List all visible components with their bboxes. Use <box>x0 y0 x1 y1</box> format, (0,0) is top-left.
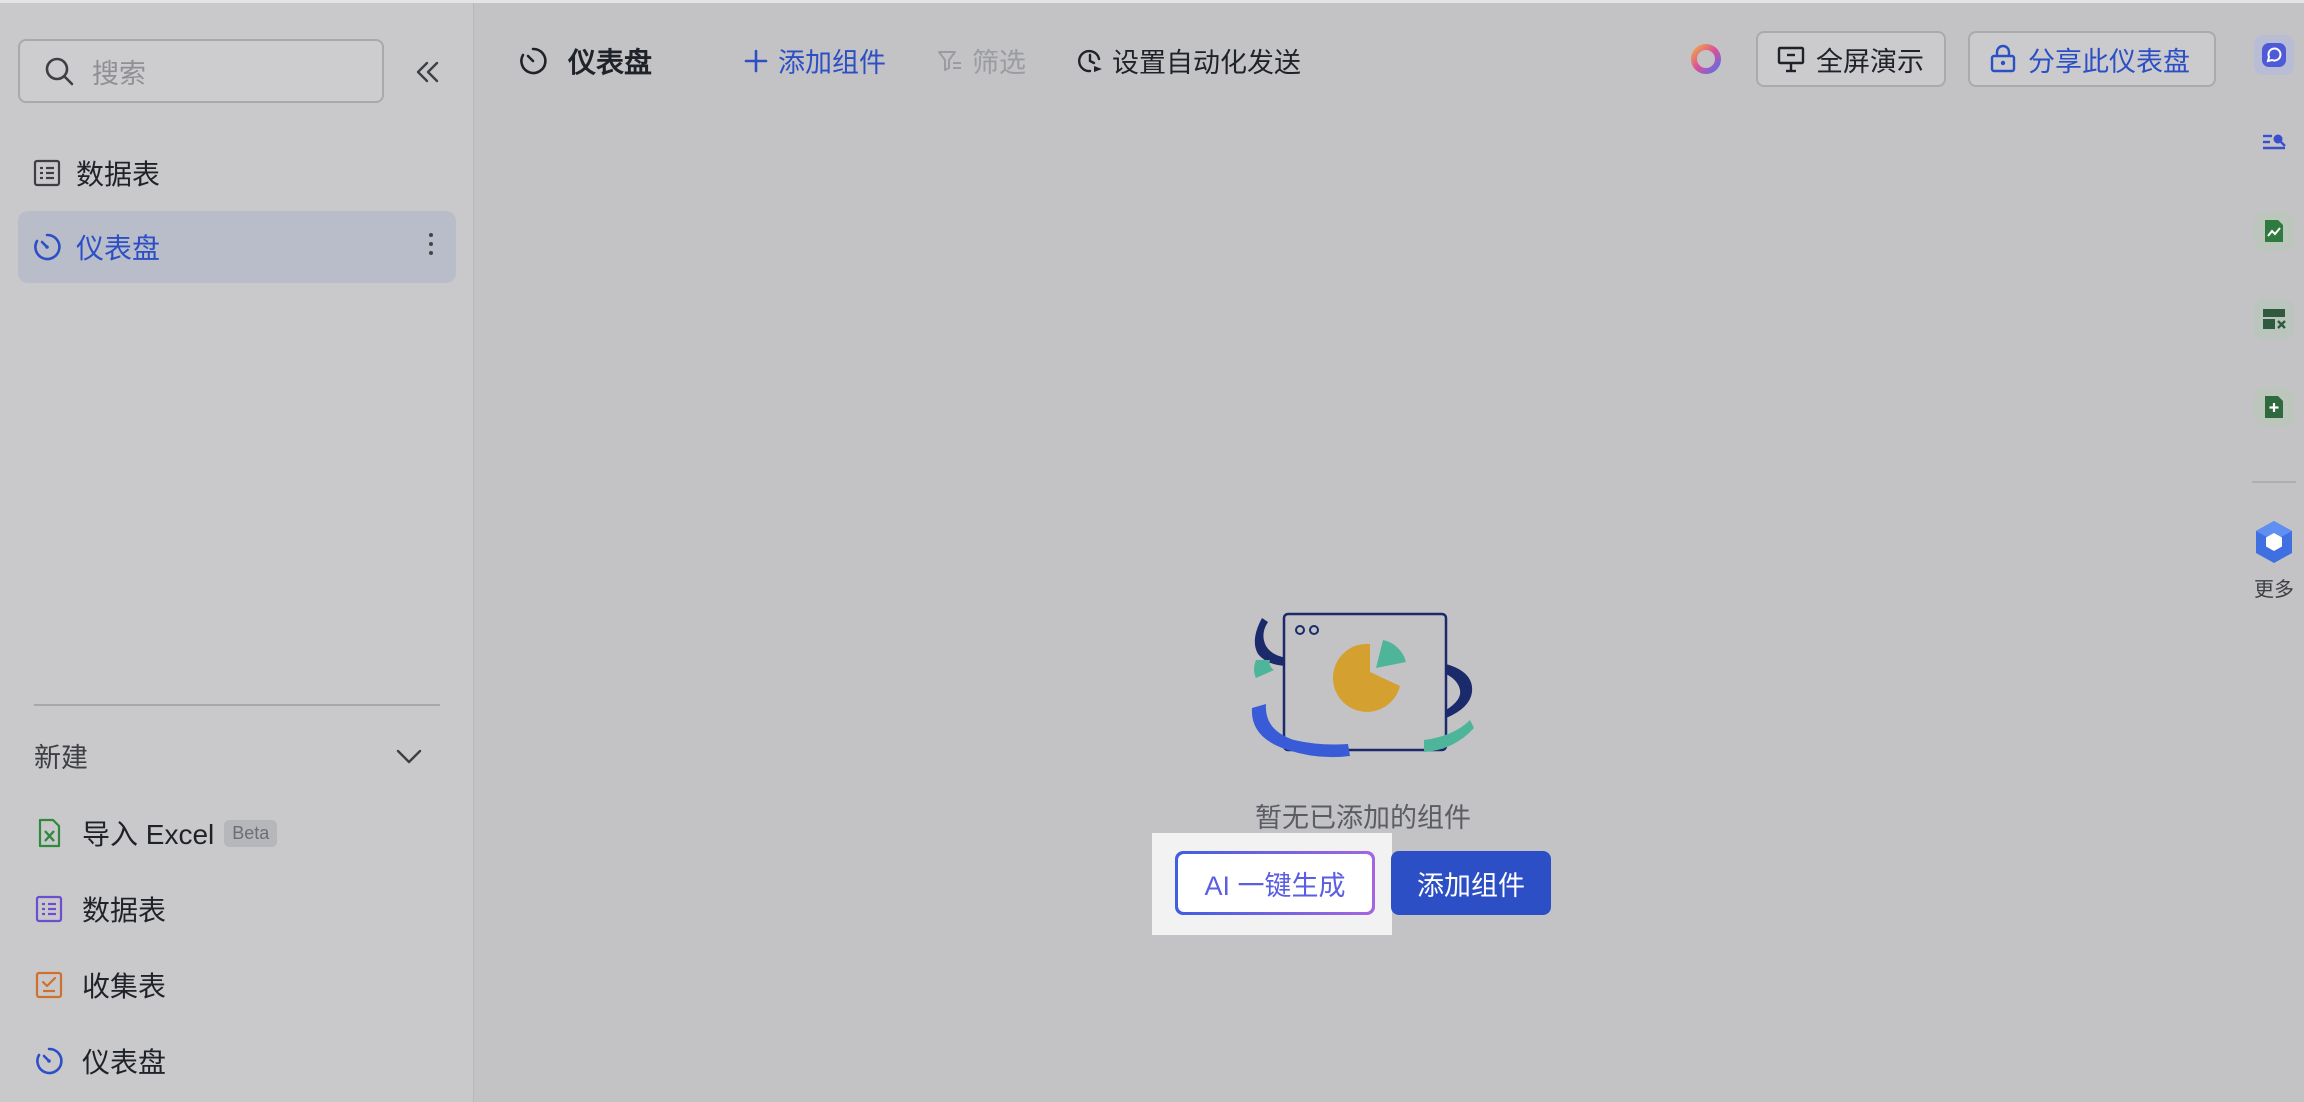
new-section-header[interactable]: 新建 <box>34 735 424 775</box>
cube-icon <box>2256 521 2292 563</box>
sidebar-divider <box>34 704 440 706</box>
filter-icon <box>938 50 961 71</box>
dashboard-icon <box>34 233 61 261</box>
search-icon <box>45 57 74 86</box>
lock-icon <box>1990 44 2016 73</box>
plus-icon <box>744 49 768 72</box>
page-title: 仪表盘 <box>518 41 652 81</box>
double-chevron-left-icon <box>416 61 439 83</box>
chart-document-icon <box>2265 220 2283 242</box>
new-item-label: 收集表 <box>82 971 167 1002</box>
filter-button[interactable]: 筛选 <box>936 41 1026 80</box>
chevron-down-icon <box>396 749 422 764</box>
sidebar-item-dashboard[interactable]: 仪表盘 <box>18 211 456 283</box>
auto-send-label: 设置自动化发送 <box>1112 48 1301 78</box>
rail-divider <box>2252 481 2296 483</box>
auto-send-button[interactable]: 设置自动化发送 <box>1076 41 1301 80</box>
table-remove-icon <box>2263 309 2286 329</box>
ai-generate-label: AI 一键生成 <box>1178 854 1372 912</box>
chat-bubble-icon <box>2262 43 2286 67</box>
add-component-button[interactable]: 添加组件 <box>742 41 886 80</box>
fullscreen-present-button[interactable]: 全屏演示 <box>1756 31 1946 87</box>
add-document-icon <box>2265 396 2283 418</box>
table-icon <box>33 159 61 187</box>
list-search-icon <box>2263 134 2286 150</box>
chat-app-button[interactable] <box>2254 35 2294 75</box>
excel-icon <box>38 818 61 848</box>
search-input[interactable]: 搜索 <box>18 39 384 103</box>
form-icon <box>35 971 63 999</box>
filter-label: 筛选 <box>972 48 1026 78</box>
collapse-sidebar-button[interactable] <box>410 55 444 89</box>
new-item-label: 数据表 <box>82 895 167 926</box>
presentation-icon <box>1777 46 1805 73</box>
sidebar: 搜索 数据表 仪表盘 新建 导入 Excel Beta 数据表 收集表 仪表盘 <box>0 3 474 1102</box>
page-title-text: 仪表盘 <box>568 47 653 78</box>
sidebar-item-label: 仪表盘 <box>76 233 161 264</box>
present-label: 全屏演示 <box>1816 46 1924 77</box>
more-options-icon[interactable] <box>428 233 434 261</box>
dashboard-toolbar: 仪表盘 添加组件 筛选 设置自动化发送 全屏演示 分享此仪表盘 <box>474 3 2244 113</box>
sidebar-item-table[interactable]: 数据表 <box>18 137 456 209</box>
new-table[interactable]: 数据表 <box>34 885 166 933</box>
chart-doc-app-button[interactable] <box>2254 211 2294 251</box>
ai-assistant-icon[interactable] <box>1690 43 1722 75</box>
dashboard-icon <box>520 47 547 75</box>
share-dashboard-button[interactable]: 分享此仪表盘 <box>1968 31 2216 87</box>
add-component-primary-button[interactable]: 添加组件 <box>1391 851 1551 915</box>
more-apps-button[interactable] <box>2252 519 2296 567</box>
new-item-label: 导入 Excel <box>82 819 215 850</box>
table-icon <box>35 895 63 923</box>
new-item-label: 仪表盘 <box>82 1047 167 1078</box>
new-section-title: 新建 <box>34 742 88 773</box>
add-doc-app-button[interactable] <box>2254 387 2294 427</box>
more-label: 更多 <box>2254 579 2294 601</box>
new-form[interactable]: 收集表 <box>34 961 166 1009</box>
empty-state-message: 暂无已添加的组件 <box>1255 803 1471 833</box>
ai-generate-button[interactable]: AI 一键生成 <box>1175 851 1375 915</box>
new-import-excel[interactable]: 导入 Excel Beta <box>34 809 278 857</box>
right-rail: 更多 <box>2244 3 2304 1102</box>
table-remove-app-button[interactable] <box>2254 299 2294 339</box>
dashboard-icon <box>36 1047 63 1075</box>
new-dashboard[interactable]: 仪表盘 <box>34 1037 166 1085</box>
clock-send-icon <box>1078 49 1102 72</box>
sidebar-item-label: 数据表 <box>76 159 161 190</box>
beta-badge: Beta <box>224 819 278 847</box>
add-component-label: 添加组件 <box>778 48 886 78</box>
search-placeholder: 搜索 <box>92 58 146 89</box>
share-label: 分享此仪表盘 <box>2028 46 2190 77</box>
empty-dashboard-illustration <box>1251 612 1474 758</box>
search-list-app-button[interactable] <box>2254 123 2294 163</box>
